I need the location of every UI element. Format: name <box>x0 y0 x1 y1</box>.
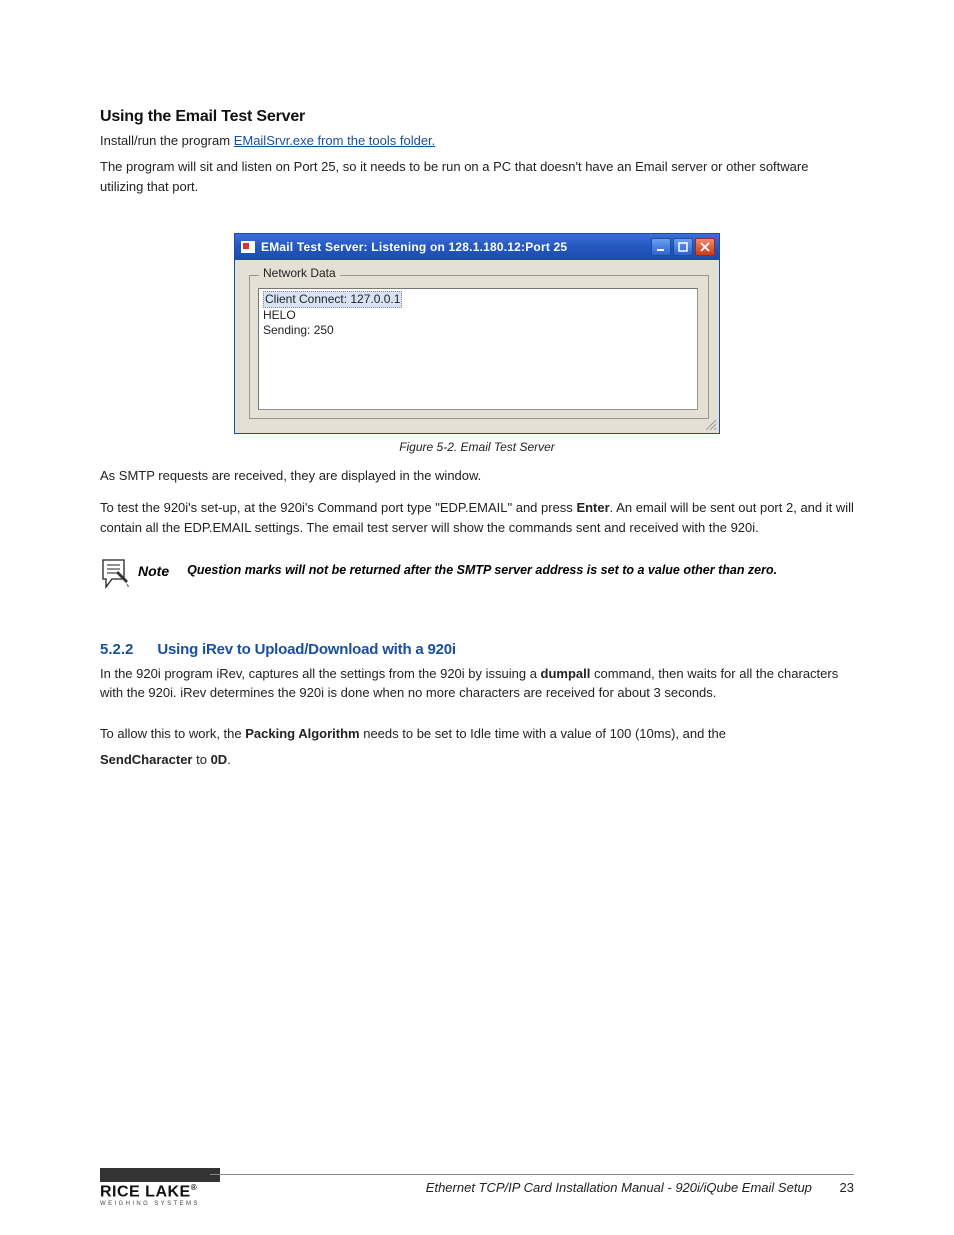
brand-tagline: WEIGHING SYSTEMS <box>100 1201 854 1207</box>
log-line-2: HELO <box>263 308 296 322</box>
subsection-p2: To allow this to work, the Packing Algor… <box>100 723 854 771</box>
footer-rule <box>210 1174 854 1175</box>
packing-algorithm-term: Packing Algorithm <box>245 726 359 741</box>
groupbox-label: Network Data <box>259 266 340 280</box>
sub-p2-c: . <box>227 752 231 767</box>
screenshot-figure: EMail Test Server: Listening on 128.1.18… <box>234 233 720 454</box>
note-text: Question marks will not be returned afte… <box>187 563 777 577</box>
close-button[interactable] <box>695 238 715 256</box>
log-line-1: Client Connect: 127.0.0.1 <box>263 291 402 308</box>
exe-link[interactable]: EMailSrvr.exe from the tools folder. <box>234 133 436 148</box>
subsection-p1: In the 920i program iRev, captures all t… <box>100 664 854 703</box>
resize-grip-icon[interactable] <box>703 417 717 431</box>
sub-p2-b: to <box>192 752 210 767</box>
after-fig-p2-a: To test the 920i's set-up, at the 920i's… <box>100 500 576 515</box>
sendcharacter-term: SendCharacter <box>100 752 192 767</box>
section-heading: Using the Email Test Server <box>100 108 854 126</box>
footer-doc-name: Ethernet TCP/IP Card Installation Manual… <box>426 1180 812 1195</box>
after-fig-p1: As SMTP requests are received, they are … <box>100 466 854 486</box>
maximize-button[interactable] <box>673 238 693 256</box>
log-line-3: Sending: 250 <box>263 323 334 337</box>
intro-paragraph-1: Install/run the program EMailSrvr.exe fr… <box>100 132 854 151</box>
subsection-title: Using iRev to Upload/Download with a 920… <box>157 641 456 658</box>
window-title: EMail Test Server: Listening on 128.1.18… <box>261 240 645 254</box>
minimize-button[interactable] <box>651 238 671 256</box>
registered-icon: ® <box>191 1183 197 1192</box>
footer-bar <box>100 1168 220 1182</box>
window-titlebar: EMail Test Server: Listening on 128.1.18… <box>235 234 719 260</box>
figure-caption: Figure 5-2. Email Test Server <box>234 440 720 454</box>
sub-p2-mid: needs to be set to Idle time with a valu… <box>360 726 726 741</box>
enter-key: Enter <box>576 500 609 515</box>
note-icon <box>100 557 130 589</box>
log-listbox[interactable]: Client Connect: 127.0.0.1 HELO Sending: … <box>258 288 698 410</box>
note-label: Note <box>138 563 169 579</box>
dumpall-term: dumpall <box>541 666 591 681</box>
app-icon <box>241 241 255 253</box>
after-fig-p2: To test the 920i's set-up, at the 920i's… <box>100 498 854 538</box>
intro-paragraph-2: The program will sit and listen on Port … <box>100 157 854 197</box>
brand-name: RICE LAKE <box>100 1183 191 1200</box>
footer-doc-title: Ethernet TCP/IP Card Installation Manual… <box>426 1180 854 1195</box>
app-window: EMail Test Server: Listening on 128.1.18… <box>234 233 720 434</box>
note-block: Note Question marks will not be returned… <box>100 557 854 589</box>
page-footer: RICE LAKE® WEIGHING SYSTEMS Ethernet TCP… <box>100 1168 854 1207</box>
network-data-group: Client Connect: 127.0.0.1 HELO Sending: … <box>249 275 709 419</box>
page-number: 23 <box>840 1180 854 1195</box>
sub-p1-a: In the 920i program iRev, captures all t… <box>100 666 541 681</box>
intro-text-pre: Install/run the program <box>100 133 234 148</box>
sub-p2-a: To allow this to work, the <box>100 726 245 741</box>
hex-0d-term: 0D <box>211 752 228 767</box>
subsection-522: 5.2.2 Using iRev to Upload/Download with… <box>100 641 854 771</box>
subsection-number: 5.2.2 <box>100 641 133 658</box>
